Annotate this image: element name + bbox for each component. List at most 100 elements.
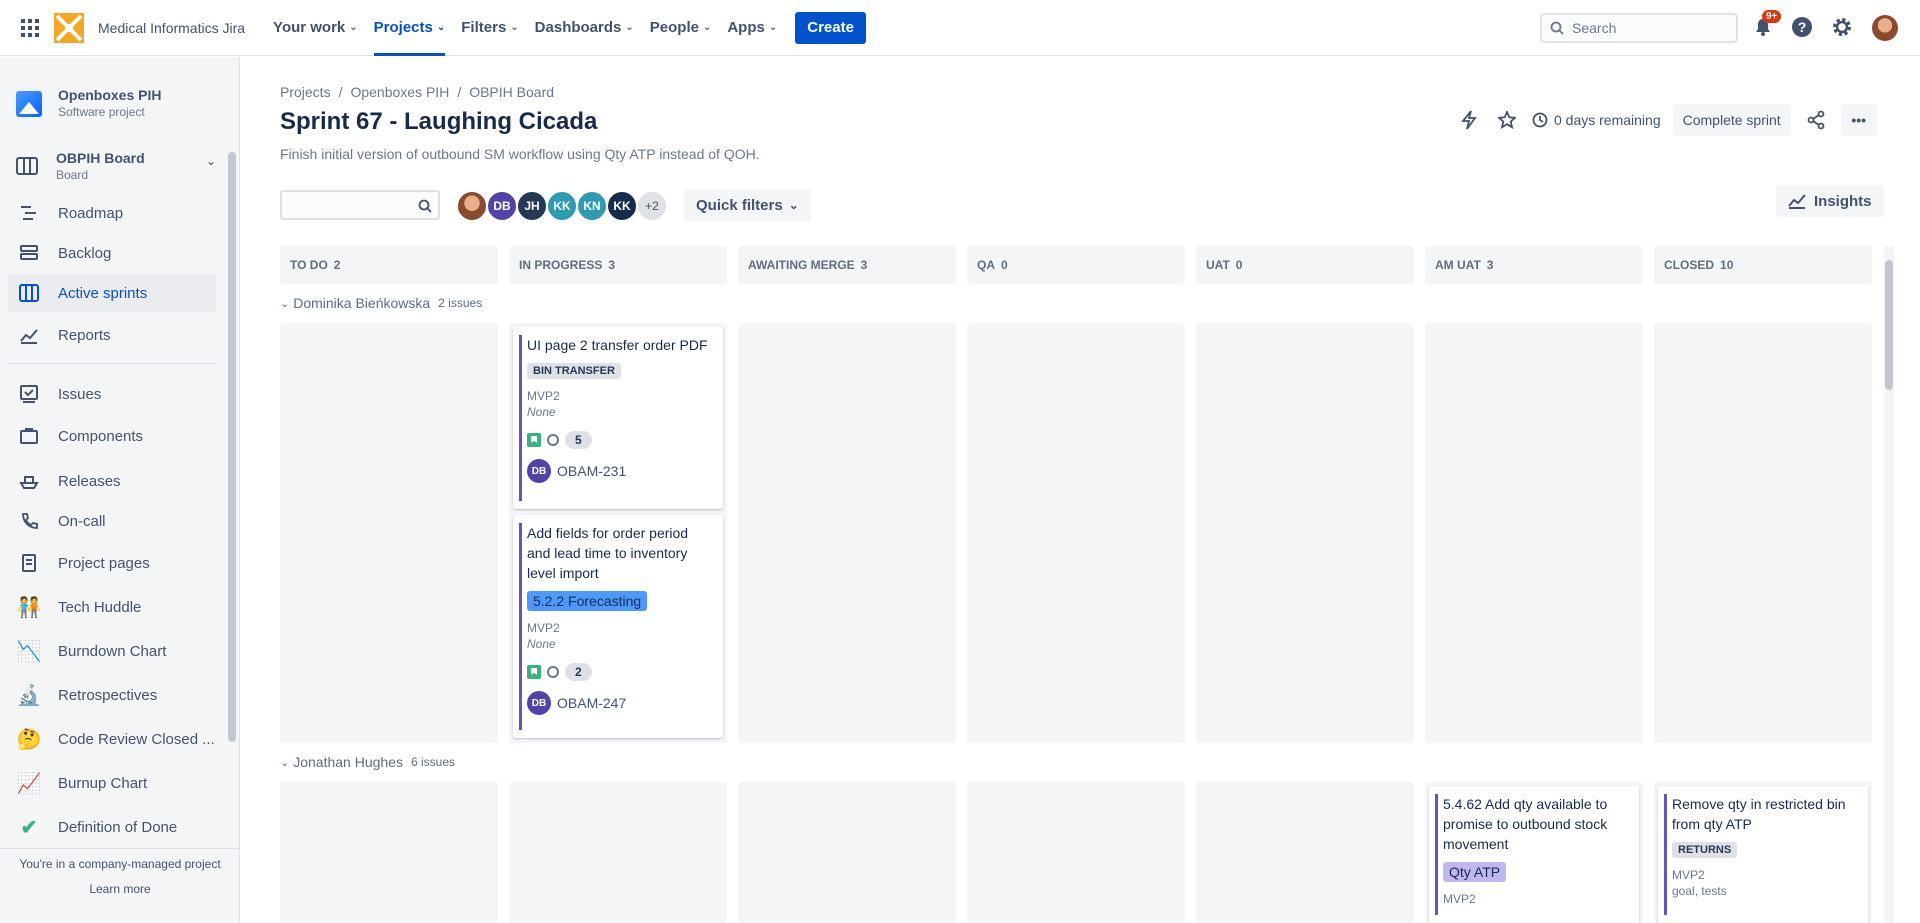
more-avatars-button[interactable]: +2	[636, 190, 668, 222]
search-icon	[418, 199, 432, 213]
star-button[interactable]	[1494, 107, 1520, 133]
nav-projects[interactable]: Projects ⌄	[373, 0, 445, 56]
sidebar-item-project-pages[interactable]: Project pages	[8, 544, 216, 582]
column-header-awaiting-merge[interactable]: AWAITING MERGE 3	[738, 246, 956, 284]
search-input[interactable]: Search	[1540, 13, 1738, 43]
settings-button[interactable]	[1829, 14, 1855, 40]
priority-icon	[547, 666, 559, 678]
avatar[interactable]: KK	[546, 190, 578, 222]
issue-card[interactable]: Add fields for order period and lead tim…	[513, 515, 723, 738]
column-header-in-progress[interactable]: IN PROGRESS 3	[509, 246, 727, 284]
user-avatar[interactable]	[1872, 15, 1898, 41]
sidebar-item-issues[interactable]: Issues	[8, 375, 216, 413]
breadcrumb-projects[interactable]: Projects	[280, 84, 331, 100]
card-label: RETURNS	[1672, 842, 1738, 858]
app-switcher-icon[interactable]	[16, 14, 44, 42]
scrollbar-thumb[interactable]	[1885, 260, 1893, 390]
chart-down-icon: 📉	[16, 640, 42, 663]
card-meta: 5	[527, 431, 713, 449]
avatar[interactable]: DB	[527, 691, 551, 715]
sidebar-item-code-review-closed[interactable]: 🤔 Code Review Closed ...	[8, 720, 216, 758]
phone-icon	[16, 508, 42, 534]
sidebar-item-backlog[interactable]: Backlog	[8, 234, 216, 272]
nav-your-work[interactable]: Your work ⌄	[273, 0, 358, 56]
card-title: Remove qty in restricted bin from qty AT…	[1672, 796, 1846, 832]
help-button[interactable]: ?	[1789, 14, 1815, 40]
avatar[interactable]: DB	[527, 459, 551, 483]
sidebar-divider	[0, 848, 240, 849]
sidebar-scrollbar[interactable]	[228, 152, 236, 742]
card-subtext: None	[527, 637, 556, 651]
avatar[interactable]: DB	[486, 190, 518, 222]
avatar[interactable]	[456, 190, 488, 222]
card-title: 5.4.62 Add qty available to promise to o…	[1443, 796, 1608, 852]
swimlane-header[interactable]: ⌄ Dominika Bieńkowska 2 issues	[280, 295, 482, 311]
lane-column	[1196, 323, 1414, 743]
swimlane-header[interactable]: ⌄ Jonathan Hughes 6 issues	[280, 754, 455, 770]
column-header-am-uat[interactable]: AM UAT 3	[1425, 246, 1643, 284]
chart-up-icon: 📈	[16, 772, 42, 795]
card-key-row: DB OBAM-231	[527, 459, 713, 483]
board-scrollbar[interactable]	[1884, 246, 1894, 923]
lane-column	[280, 782, 498, 923]
complete-sprint-button[interactable]: Complete sprint	[1672, 104, 1791, 136]
chevron-down-icon: ⌄	[349, 22, 358, 33]
card-meta: 2	[527, 663, 713, 681]
project-header[interactable]: Openboxes PIH Software project	[16, 87, 161, 119]
site-logo-icon[interactable]	[54, 12, 84, 43]
sidebar-item-burndown-chart[interactable]: 📉 Burndown Chart	[8, 632, 216, 670]
sidebar-item-burnup-chart[interactable]: 📈 Burnup Chart	[8, 764, 216, 802]
column-header-qa[interactable]: QA 0	[967, 246, 1185, 284]
chevron-down-icon: ⌄	[510, 22, 519, 33]
board-search-input[interactable]	[280, 190, 440, 220]
automation-button[interactable]	[1456, 107, 1482, 133]
chevron-down-icon[interactable]: ⌄	[206, 154, 216, 168]
sidebar-item-components[interactable]: Components	[8, 417, 216, 455]
quick-filters-button[interactable]: Quick filters ⌄	[684, 189, 811, 221]
people-emoji-icon: 🧑‍🤝‍🧑	[16, 596, 42, 619]
create-button[interactable]: Create	[795, 11, 866, 44]
sidebar-item-retrospectives[interactable]: 🔬 Retrospectives	[8, 676, 216, 714]
sidebar-item-on-call[interactable]: On-call	[8, 502, 216, 540]
breadcrumb-board[interactable]: OBPIH Board	[469, 84, 554, 100]
lightning-icon	[1461, 110, 1477, 130]
nav-people[interactable]: People ⌄	[650, 0, 712, 56]
breadcrumb-project[interactable]: Openboxes PIH	[350, 84, 449, 100]
nav-apps[interactable]: Apps ⌄	[727, 0, 777, 56]
column-header-uat[interactable]: UAT 0	[1196, 246, 1414, 284]
avatar[interactable]: KN	[576, 190, 608, 222]
nav-filters[interactable]: Filters ⌄	[461, 0, 518, 56]
sidebar-item-releases[interactable]: Releases	[8, 462, 216, 500]
nav-dashboards[interactable]: Dashboards ⌄	[535, 0, 634, 56]
learn-more-link[interactable]: Learn more	[0, 882, 240, 896]
issue-card[interactable]: UI page 2 transfer order PDF BIN TRANSFE…	[513, 327, 723, 509]
sidebar-item-tech-huddle[interactable]: 🧑‍🤝‍🧑 Tech Huddle	[8, 588, 216, 626]
avatar[interactable]: KK	[606, 190, 638, 222]
sidebar-item-definition-of-done[interactable]: ✔ Definition of Done	[8, 808, 216, 846]
more-actions-button[interactable]: •••	[1840, 104, 1877, 136]
chevron-down-icon: ⌄	[625, 22, 634, 33]
header-actions: 0 days remaining Complete sprint •••	[1456, 104, 1877, 136]
site-name[interactable]: Medical Informatics Jira	[98, 20, 245, 36]
avatar[interactable]: JH	[516, 190, 548, 222]
search-icon	[1550, 21, 1564, 35]
sidebar-item-roadmap[interactable]: Roadmap	[8, 194, 216, 232]
card-epic-label: 5.2.2 Forecasting	[527, 591, 648, 611]
board-selector[interactable]: OBPIH Board Board ⌄	[16, 150, 216, 182]
page-title: Sprint 67 - Laughing Cicada	[280, 108, 598, 135]
components-icon	[16, 423, 42, 449]
share-button[interactable]	[1803, 107, 1829, 133]
story-points: 2	[565, 663, 592, 681]
notifications-button[interactable]: 9+	[1750, 10, 1782, 40]
lane-column	[1196, 782, 1414, 923]
sidebar-item-reports[interactable]: Reports	[8, 316, 216, 354]
sidebar-item-active-sprints[interactable]: Active sprints	[8, 274, 216, 312]
insights-button[interactable]: Insights	[1776, 185, 1884, 217]
column-header-todo[interactable]: TO DO 2	[280, 246, 498, 284]
issue-card[interactable]: 5.4.62 Add qty available to promise to o…	[1429, 786, 1639, 923]
issue-key[interactable]: OBAM-247	[557, 695, 626, 711]
issue-card[interactable]: Remove qty in restricted bin from qty AT…	[1658, 786, 1868, 923]
column-header-closed[interactable]: CLOSED 10	[1654, 246, 1872, 284]
issue-key[interactable]: OBAM-231	[557, 463, 626, 479]
card-title: Add fields for order period and lead tim…	[527, 525, 689, 581]
